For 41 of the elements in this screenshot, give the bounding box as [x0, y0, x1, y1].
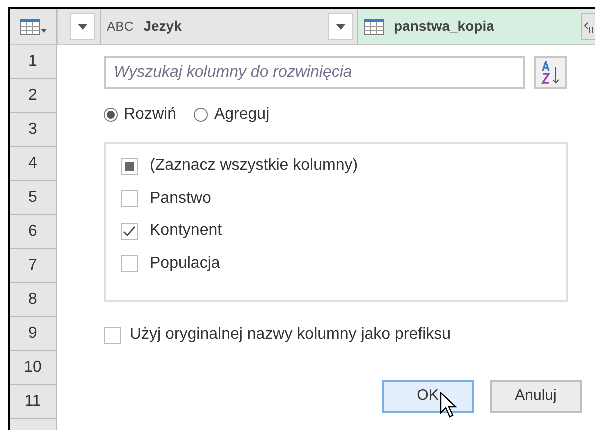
- row-number: 11: [10, 385, 56, 419]
- row-number: 2: [10, 79, 56, 113]
- dialog-button[interactable]: Anuluj: [490, 380, 582, 413]
- checkbox[interactable]: [121, 222, 138, 240]
- prefix-option-label[interactable]: Użyj oryginalnej nazwy kolumny jako prefiksu: [130, 323, 452, 347]
- column-title: panstwa_kopia: [394, 17, 496, 36]
- row-number: 3: [10, 113, 56, 147]
- radio-option[interactable]: Rozwiń: [104, 102, 176, 126]
- checkbox[interactable]: [104, 326, 121, 344]
- row-number: 8: [10, 283, 56, 317]
- column-option-label[interactable]: Panstwo: [150, 186, 212, 211]
- row-number: 6: [10, 215, 56, 249]
- table-icon: [364, 18, 384, 34]
- expand-icon: [584, 20, 594, 32]
- caret-icon: [78, 24, 88, 30]
- checkbox[interactable]: [121, 255, 138, 272]
- checkbox[interactable]: [121, 158, 138, 175]
- search-field[interactable]: Wyszukaj kolumny do rozwinięcia: [104, 56, 525, 89]
- column-option-label[interactable]: (Zaznacz wszystkie kolumny): [150, 154, 358, 178]
- row-number: 4: [10, 147, 56, 181]
- row-number: 7: [10, 249, 56, 283]
- column-option-label[interactable]: Kontynent: [150, 219, 222, 244]
- table-icon: [20, 18, 40, 34]
- column-title: Jezyk: [144, 17, 183, 36]
- caret-icon: [336, 24, 346, 30]
- column-option-label[interactable]: Populacja: [150, 252, 220, 276]
- sort-button[interactable]: [534, 56, 567, 89]
- filter-dropdown-button[interactable]: [70, 13, 95, 40]
- type-label: ABC: [107, 18, 134, 36]
- expand-button[interactable]: [581, 13, 595, 40]
- checkbox[interactable]: [121, 190, 138, 208]
- sort-az-icon: [540, 60, 560, 84]
- row-number: 1: [10, 45, 56, 79]
- cursor-icon: [440, 392, 458, 418]
- caret-icon: [40, 28, 46, 32]
- dialog-button[interactable]: OK: [382, 380, 474, 413]
- radio-option[interactable]: Agreguj: [194, 102, 270, 126]
- filter-dropdown-button[interactable]: [328, 13, 353, 40]
- row-number: 5: [10, 181, 56, 215]
- row-number: 9: [10, 317, 56, 351]
- row-number: 10: [10, 351, 56, 385]
